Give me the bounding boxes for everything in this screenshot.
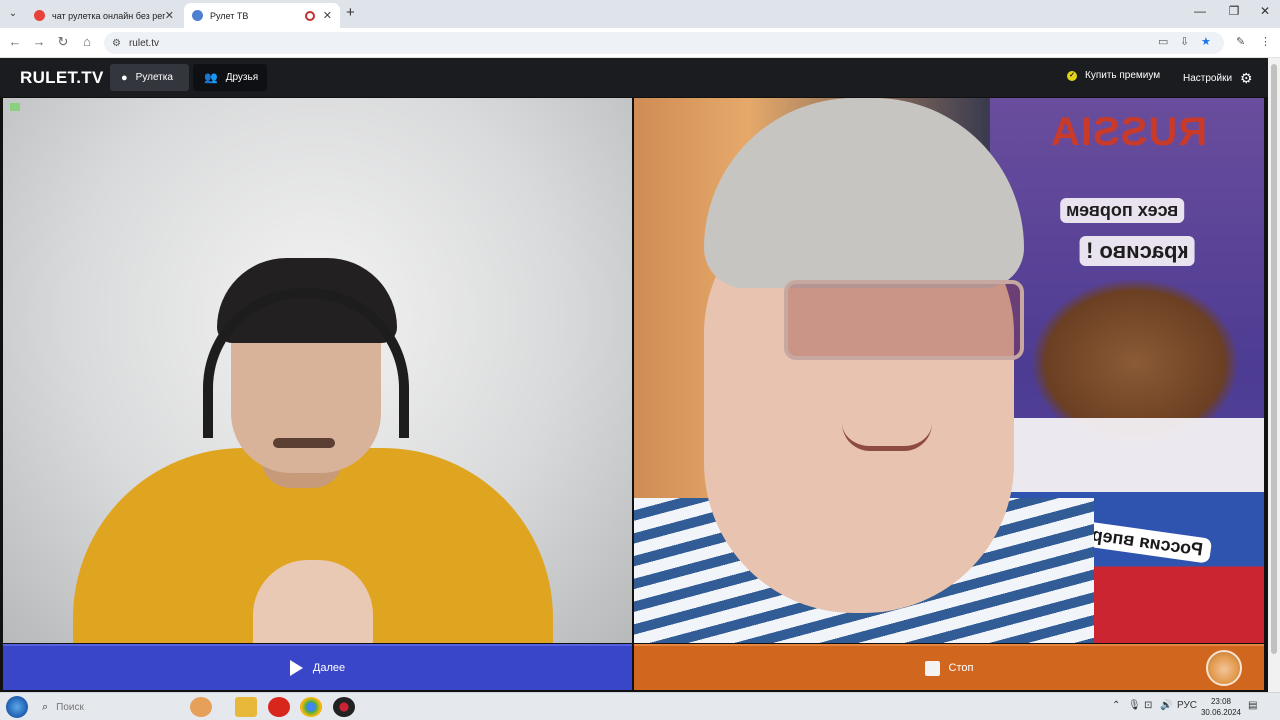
- nav-roulette-label: Рулетка: [135, 72, 173, 83]
- bookmark-star-icon[interactable]: ★: [1201, 35, 1211, 48]
- video-person-mouth: [842, 423, 932, 451]
- back-arrow-icon[interactable]: ←: [6, 34, 24, 49]
- stop-button[interactable]: Стоп: [634, 644, 1264, 690]
- globe-favicon-icon: [192, 10, 203, 21]
- stop-button-label: Стоп: [948, 662, 974, 674]
- buy-premium-label: Купить премиум: [1085, 70, 1161, 81]
- yandex-favicon-icon: [34, 10, 45, 21]
- browser-tab-strip: ⌄ чат рулетка онлайн без регис ✕ Рулет Т…: [0, 0, 1280, 28]
- settings-label: Настройки: [1183, 73, 1233, 84]
- video-person-glasses: [784, 280, 1024, 360]
- video-person-hair: [704, 98, 1024, 288]
- tab-search-chevron-icon[interactable]: ⌄: [4, 5, 22, 23]
- chrome-browser-icon[interactable]: [300, 697, 322, 717]
- home-icon[interactable]: ⌂: [78, 34, 96, 49]
- partner-video: RUSSIA всех порвем красиво ! Россия впер…: [634, 98, 1264, 643]
- notifications-icon[interactable]: ▤: [1248, 700, 1257, 711]
- play-icon: [289, 660, 303, 676]
- recording-indicator-icon: [304, 10, 315, 21]
- stop-square-icon: [924, 660, 940, 676]
- camera-icon[interactable]: ▭: [1158, 35, 1168, 48]
- video-person-mustache: [273, 438, 335, 448]
- search-icon: ⌕: [42, 700, 49, 713]
- os-taskbar: ⌕ ⌃ 🎙 ⊡ 🔊 РУС 23:08 30.06.2024 ▤: [0, 692, 1280, 720]
- file-explorer-icon[interactable]: [235, 697, 257, 717]
- close-window-icon[interactable]: ✕: [1255, 4, 1275, 18]
- settings-button[interactable]: Настройки ⚙: [1183, 70, 1253, 87]
- nav-friends-label: Друзья: [225, 72, 259, 83]
- poster-text-1: всех порвем: [1060, 198, 1185, 223]
- tab-title: Рулет ТВ: [210, 10, 249, 21]
- buy-premium-button[interactable]: ✓ Купить премиум: [1067, 70, 1160, 81]
- close-tab-icon[interactable]: ✕: [323, 9, 332, 22]
- page-scrollbar[interactable]: [1268, 58, 1280, 692]
- pinned-app-avatar-icon[interactable]: [190, 697, 212, 717]
- users-icon: 👥: [204, 72, 218, 84]
- browser-menu-icon[interactable]: ⋮: [1260, 35, 1271, 48]
- tab-title: чат рулетка онлайн без регис: [52, 10, 165, 21]
- browser-tab-rulet-tv[interactable]: Рулет ТВ ✕: [184, 3, 340, 28]
- reload-icon[interactable]: ↻: [54, 34, 72, 50]
- tray-chevron-up-icon[interactable]: ⌃: [1112, 700, 1120, 711]
- new-tab-plus-icon[interactable]: +: [346, 4, 355, 21]
- taskbar-clock[interactable]: 23:08 30.06.2024: [1198, 696, 1244, 718]
- taskbar-search[interactable]: ⌕: [36, 696, 186, 718]
- clock-time: 23:08: [1210, 697, 1232, 706]
- nav-friends-button[interactable]: 👥 Друзья: [193, 64, 267, 91]
- taskbar-search-input[interactable]: [56, 701, 167, 713]
- poster-title: RUSSIA: [1050, 110, 1208, 154]
- partner-avatar[interactable]: [1206, 650, 1242, 686]
- camera-status-icon: [10, 103, 20, 111]
- site-info-icon[interactable]: ⚙: [112, 38, 121, 49]
- gear-icon: ⚙: [1240, 70, 1253, 86]
- nav-roulette-button[interactable]: ● Рулетка: [110, 64, 189, 91]
- scrollbar-thumb[interactable]: [1271, 64, 1277, 654]
- forward-arrow-icon[interactable]: →: [30, 34, 48, 49]
- language-indicator[interactable]: РУС: [1177, 700, 1197, 711]
- browser-tab-chat-roulette[interactable]: чат рулетка онлайн без регис ✕: [26, 3, 182, 28]
- extensions-icon[interactable]: ✎: [1236, 35, 1245, 48]
- site-header: RULET.TV ● Рулетка 👥 Друзья ✓ Купить пре…: [0, 58, 1280, 97]
- play-circle-icon: ●: [121, 71, 128, 84]
- check-badge-icon: ✓: [1067, 70, 1077, 81]
- browser-toolbar: ← → ↻ ⌂ ⚙ rulet.tv ▭ ⇩ ★ ✎ ⋮: [0, 28, 1280, 58]
- poster-text-2: красиво !: [1080, 236, 1195, 266]
- address-url: rulet.tv: [128, 37, 159, 49]
- site-logo[interactable]: RULET.TV: [20, 68, 104, 88]
- close-tab-icon[interactable]: ✕: [165, 9, 174, 22]
- install-app-icon[interactable]: ⇩: [1180, 35, 1189, 48]
- volume-icon[interactable]: 🔊: [1160, 700, 1172, 711]
- next-button[interactable]: Далее: [3, 644, 632, 690]
- local-video: [3, 98, 632, 643]
- start-button-icon[interactable]: [6, 696, 28, 718]
- microphone-icon[interactable]: 🎙: [1128, 700, 1141, 711]
- opera-browser-icon[interactable]: [268, 697, 290, 717]
- next-button-label: Далее: [312, 662, 346, 674]
- screen-recorder-icon[interactable]: [333, 697, 355, 717]
- address-bar[interactable]: ⚙ rulet.tv: [104, 32, 1224, 54]
- network-icon[interactable]: ⊡: [1144, 700, 1152, 711]
- clock-date: 30.06.2024: [1200, 708, 1242, 717]
- minimize-window-icon[interactable]: —: [1190, 4, 1210, 18]
- restore-window-icon[interactable]: ❐: [1224, 4, 1244, 18]
